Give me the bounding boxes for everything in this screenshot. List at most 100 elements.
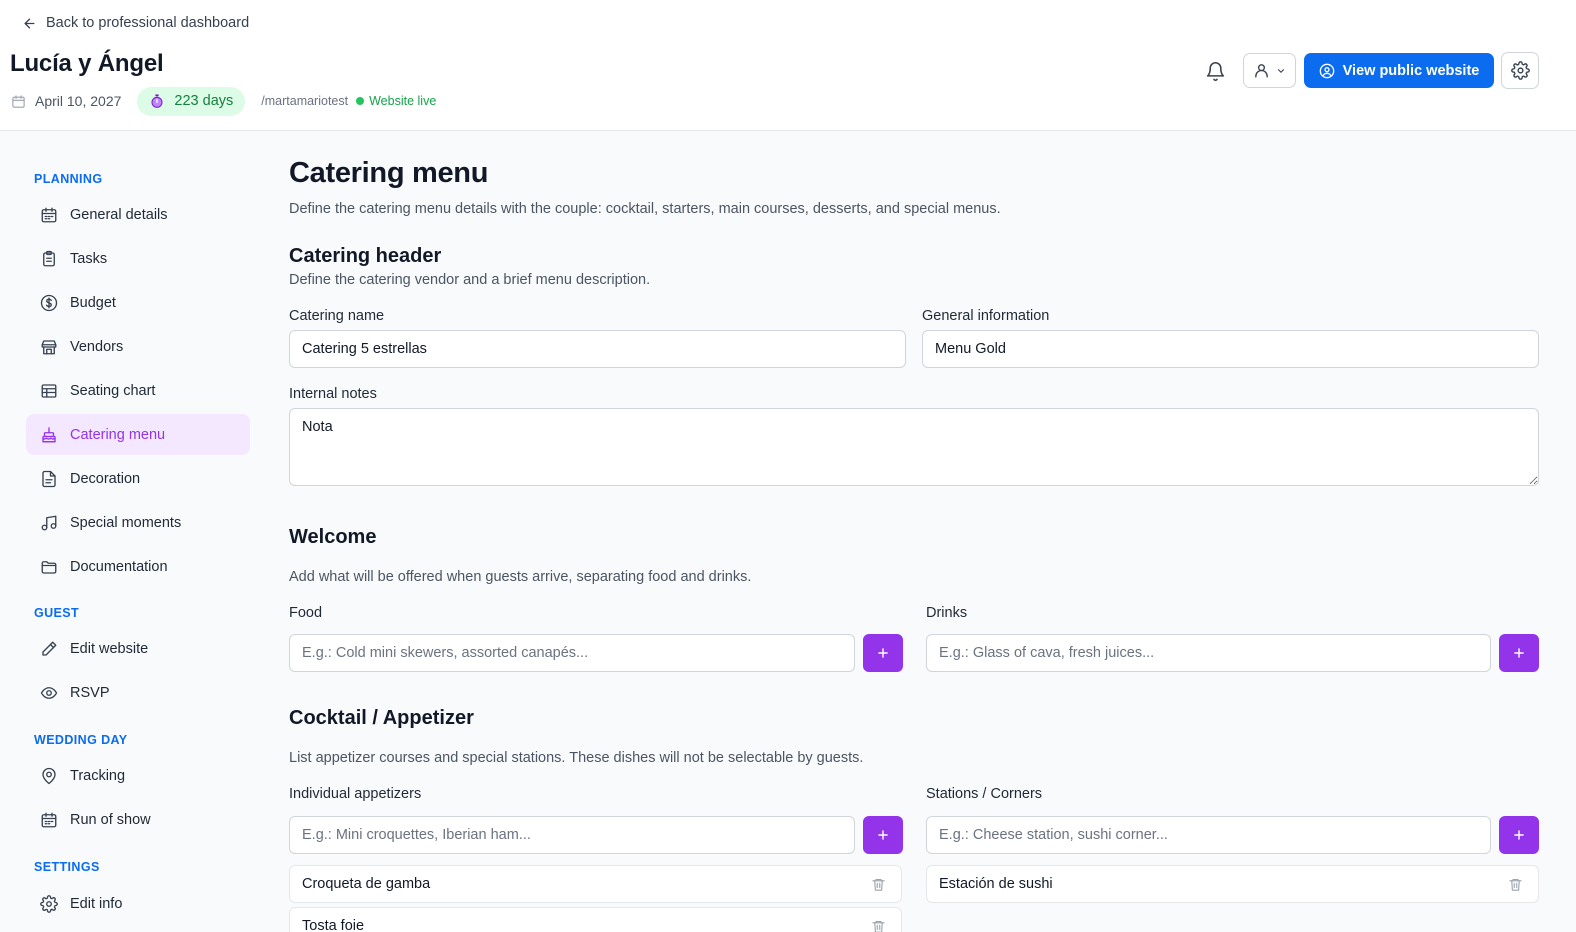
sidebar-item-label: General details (70, 206, 168, 223)
drinks-input[interactable] (926, 634, 1491, 672)
list-item: Tosta foie (289, 907, 902, 932)
couple-name-title: Lucía y Ángel (10, 50, 164, 77)
top-header: Back to professional dashboard Lucía y Á… (0, 0, 1576, 131)
wedding-meta-row: April 10, 2027 223 days /martamariotest … (11, 86, 436, 116)
trash-icon[interactable] (1506, 875, 1524, 893)
folder-icon (39, 557, 58, 576)
individual-appetizers-label: Individual appetizers (289, 786, 422, 802)
stations-label: Stations / Corners (926, 786, 1043, 802)
list-item-label: Tosta foie (302, 918, 365, 932)
cocktail-title: Cocktail / Appetizer (289, 707, 474, 729)
notifications-button[interactable] (1201, 57, 1229, 85)
sidebar-item-label: Tasks (70, 250, 108, 267)
sidebar-item-tasks[interactable]: Tasks (26, 238, 250, 279)
main-content: Catering menu Define the catering menu d… (289, 131, 1549, 932)
sidebar-item-edit-website[interactable]: Edit website (26, 628, 250, 669)
catering-name-input[interactable] (289, 330, 906, 368)
music-icon (39, 513, 58, 532)
gear-icon (39, 894, 58, 913)
back-to-dashboard-link[interactable]: Back to professional dashboard (22, 13, 249, 33)
sidebar-item-label: Documentation (70, 558, 168, 575)
wedding-date: April 10, 2027 (11, 93, 121, 109)
calendar-icon (39, 810, 58, 829)
sidebar-item-run-of-show[interactable]: Run of show (26, 799, 250, 840)
catering-header-subtitle: Define the catering vendor and a brief m… (289, 272, 651, 288)
list-item-label: Croqueta de gamba (302, 876, 431, 892)
sidebar-item-label: Run of show (70, 811, 151, 828)
sidebar-item-seating-chart[interactable]: Seating chart (26, 370, 250, 411)
cake-icon (39, 425, 58, 444)
trash-icon[interactable] (869, 875, 887, 893)
sidebar-item-label: Catering menu (70, 426, 166, 443)
trash-icon[interactable] (869, 917, 887, 932)
website-status-text: Website live (369, 94, 437, 108)
sidebar-item-catering-menu[interactable]: Catering menu (26, 414, 250, 455)
user-menu-button[interactable] (1243, 53, 1296, 88)
sidebar-item-label: Edit info (70, 895, 123, 912)
page-title: Catering menu (289, 157, 489, 189)
catering-name-label: Catering name (289, 308, 385, 324)
plus-icon (876, 646, 890, 660)
sidebar-item-label: Budget (70, 294, 116, 311)
sidebar-item-label: RSVP (70, 684, 110, 701)
sidebar-item-label: Tracking (70, 767, 126, 784)
sidebar-item-tracking[interactable]: Tracking (26, 755, 250, 796)
sidebar-item-decoration[interactable]: Decoration (26, 458, 250, 499)
store-icon (39, 337, 58, 356)
sidebar-item-edit-info[interactable]: Edit info (26, 883, 250, 924)
view-public-website-label: View public website (1342, 62, 1480, 79)
welcome-subtitle: Add what will be offered when guests arr… (289, 569, 752, 585)
gear-icon (1510, 61, 1530, 80)
chevron-down-icon (1276, 66, 1286, 76)
add-drinks-button[interactable] (1499, 634, 1539, 672)
table-icon (39, 381, 58, 400)
list-item: Estación de sushi (926, 865, 1539, 903)
sidebar-item-label: Seating chart (70, 382, 156, 399)
user-circle-icon (1319, 63, 1335, 79)
stations-input[interactable] (926, 816, 1491, 854)
add-station-button[interactable] (1499, 816, 1539, 854)
sidebar-item-label: Edit website (70, 640, 149, 657)
live-dot-icon (356, 97, 365, 105)
section-wedding-day: WEDDING DAY (34, 733, 128, 747)
catering-header-title: Catering header (289, 245, 442, 267)
section-guest: GUEST (34, 606, 80, 620)
view-public-website-button[interactable]: View public website (1304, 53, 1494, 88)
page-subtitle: Define the catering menu details with th… (289, 201, 1001, 217)
individual-appetizers-input[interactable] (289, 816, 855, 854)
add-appetizer-button[interactable] (863, 816, 903, 854)
sidebar-item-general-details[interactable]: General details (26, 194, 250, 235)
arrow-left-icon (22, 16, 37, 31)
map-pin-icon (39, 766, 58, 785)
drinks-label: Drinks (926, 605, 968, 621)
stopwatch-icon (149, 93, 165, 109)
file-icon (39, 469, 58, 488)
wedding-date-text: April 10, 2027 (35, 93, 122, 109)
food-input[interactable] (289, 634, 855, 672)
add-food-button[interactable] (863, 634, 903, 672)
general-info-label: General information (922, 308, 1050, 324)
food-label: Food (289, 605, 323, 621)
website-slug: /martamariotest (261, 94, 349, 108)
plus-icon (876, 828, 890, 842)
days-left-badge: 223 days (137, 86, 246, 116)
sidebar-item-documentation[interactable]: Documentation (26, 546, 250, 587)
user-icon (1253, 62, 1270, 79)
list-item-label: Estación de sushi (939, 876, 1053, 892)
general-info-input[interactable] (922, 330, 1539, 368)
website-status: Website live (356, 94, 436, 108)
sidebar-item-label: Decoration (70, 470, 141, 487)
sidebar-item-rsvp[interactable]: RSVP (26, 672, 250, 713)
plus-icon (1512, 646, 1526, 660)
clipboard-icon (39, 249, 58, 268)
sidebar-item-special-moments[interactable]: Special moments (26, 502, 250, 543)
list-item: Croqueta de gamba (289, 865, 902, 903)
back-link-label: Back to professional dashboard (46, 15, 250, 31)
settings-button[interactable] (1501, 52, 1539, 89)
sidebar-item-budget[interactable]: Budget (26, 282, 250, 323)
sidebar-item-vendors[interactable]: Vendors (26, 326, 250, 367)
sidebar-nav: PLANNING General details Tasks Budget Ve… (10, 152, 266, 932)
calendar-icon (11, 94, 26, 109)
bell-icon (1205, 61, 1226, 82)
internal-notes-textarea[interactable]: Nota (289, 408, 1539, 486)
